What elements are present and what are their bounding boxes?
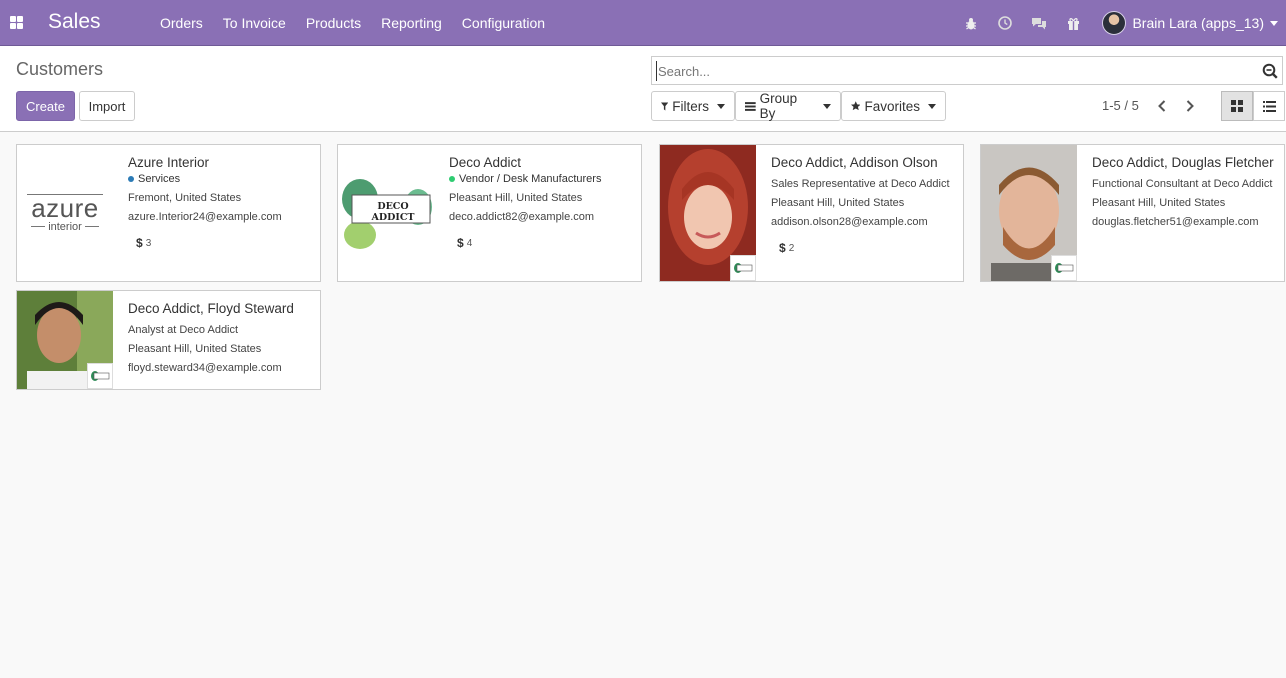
logo-subtext: interior (48, 220, 82, 233)
systray: Brain Lara (apps_13) (954, 0, 1286, 46)
dollar-icon: $ (779, 241, 786, 255)
menu-configuration[interactable]: Configuration (452, 0, 555, 46)
customer-name: Deco Addict, Addison Olson (771, 155, 938, 170)
customer-name: Deco Addict (449, 155, 522, 170)
user-avatar (1102, 11, 1127, 35)
menu-to-invoice[interactable]: To Invoice (213, 0, 296, 46)
pager-value[interactable]: 1-5 / 5 (1102, 98, 1139, 113)
import-button[interactable]: Import (79, 91, 135, 121)
debug-bug-icon[interactable] (954, 0, 988, 46)
gift-icon[interactable] (1056, 0, 1090, 46)
list-view-button[interactable] (1253, 91, 1285, 121)
logo-text: DECO ADDICT (371, 201, 415, 223)
menu-products[interactable]: Products (296, 0, 371, 46)
customer-location: Pleasant Hill, United States (449, 192, 583, 204)
filters-button[interactable]: Filters (651, 91, 735, 121)
menu-reporting[interactable]: Reporting (371, 0, 452, 46)
groupby-button[interactable]: Group By (735, 91, 841, 121)
customer-card[interactable]: Deco Addict, Douglas Fletcher Functional… (980, 144, 1285, 282)
user-menu[interactable]: Brain Lara (apps_13) (1090, 0, 1286, 46)
search-icon[interactable] (1262, 63, 1278, 79)
customer-email: floyd.steward34@example.com (128, 362, 282, 374)
customer-name: Azure Interior (128, 155, 210, 170)
groupby-label: Group By (759, 91, 798, 121)
search-input[interactable] (656, 61, 1246, 81)
customer-job: Functional Consultant at Deco Addict (1092, 178, 1273, 190)
filters-label: Filters (672, 98, 709, 114)
sales-count-badge[interactable]: $2 (779, 241, 957, 255)
customer-location: Pleasant Hill, United States (771, 197, 905, 209)
chevron-down-icon (1270, 20, 1278, 26)
contact-photo (17, 291, 113, 389)
customer-location: Pleasant Hill, United States (128, 343, 262, 355)
list-icon (1262, 100, 1276, 112)
contact-photo (981, 145, 1077, 281)
contact-photo (660, 145, 756, 281)
customer-tag: Services (128, 173, 314, 185)
customer-tag: Vendor / Desk Manufacturers (449, 173, 635, 185)
dollar-icon: $ (136, 236, 143, 250)
kanban-view-button[interactable] (1221, 91, 1253, 121)
customer-location: Pleasant Hill, United States (1092, 197, 1226, 209)
customer-card[interactable]: DECO ADDICT Deco Addict Vendor / Desk Ma… (337, 144, 642, 282)
company-mini-logo (730, 255, 756, 281)
main-menu: Orders To Invoice Products Reporting Con… (150, 0, 555, 46)
customer-location: Fremont, United States (128, 192, 242, 204)
customer-email: addison.olson28@example.com (771, 216, 928, 228)
filter-icon (661, 102, 669, 110)
control-panel: Customers Create Import Filters Group By… (0, 46, 1286, 132)
breadcrumb: Customers (16, 59, 104, 79)
view-switcher (1221, 91, 1285, 121)
chevron-left-icon[interactable] (1154, 98, 1170, 114)
star-icon (851, 101, 861, 111)
customer-email: douglas.fletcher51@example.com (1092, 216, 1259, 228)
company-mini-logo (1051, 255, 1077, 281)
favorites-label: Favorites (864, 98, 920, 114)
apps-menu-icon[interactable] (10, 16, 23, 29)
app-brand[interactable]: Sales (48, 10, 101, 34)
customer-email: deco.addict82@example.com (449, 211, 595, 223)
create-button[interactable]: Create (16, 91, 75, 121)
user-name: Brain Lara (apps_13) (1132, 15, 1264, 31)
company-logo: azure interior (17, 145, 113, 281)
messaging-chat-icon[interactable] (1022, 0, 1056, 46)
dollar-icon: $ (457, 236, 464, 250)
customer-job: Sales Representative at Deco Addict (771, 178, 950, 190)
tag-label: Services (138, 173, 181, 185)
company-logo: DECO ADDICT (338, 145, 434, 281)
top-navbar: Sales Orders To Invoice Products Reporti… (0, 0, 1286, 46)
chevron-right-icon[interactable] (1182, 98, 1198, 114)
activity-clock-icon[interactable] (988, 0, 1022, 46)
customer-email: azure.Interior24@example.com (128, 211, 282, 223)
customer-name: Deco Addict, Douglas Fletcher (1092, 155, 1274, 170)
favorites-button[interactable]: Favorites (841, 91, 946, 121)
customer-card[interactable]: Deco Addict, Addison Olson Sales Represe… (659, 144, 964, 282)
menu-orders[interactable]: Orders (150, 0, 213, 46)
search-bar (651, 56, 1283, 85)
sales-count-badge[interactable]: $4 (457, 236, 635, 250)
customer-name: Deco Addict, Floyd Steward (128, 301, 294, 316)
customer-card[interactable]: azure interior Azure Interior Services F… (16, 144, 321, 282)
customer-card[interactable]: Deco Addict, Floyd Steward Analyst at De… (16, 290, 321, 390)
company-mini-logo (87, 363, 113, 389)
logo-text: azure (31, 192, 99, 223)
tag-label: Vendor / Desk Manufacturers (459, 173, 602, 185)
sales-count-badge[interactable]: $3 (136, 236, 314, 250)
customer-job: Analyst at Deco Addict (128, 324, 239, 336)
kanban-grid-icon (1231, 100, 1243, 112)
bars-icon (745, 101, 756, 111)
